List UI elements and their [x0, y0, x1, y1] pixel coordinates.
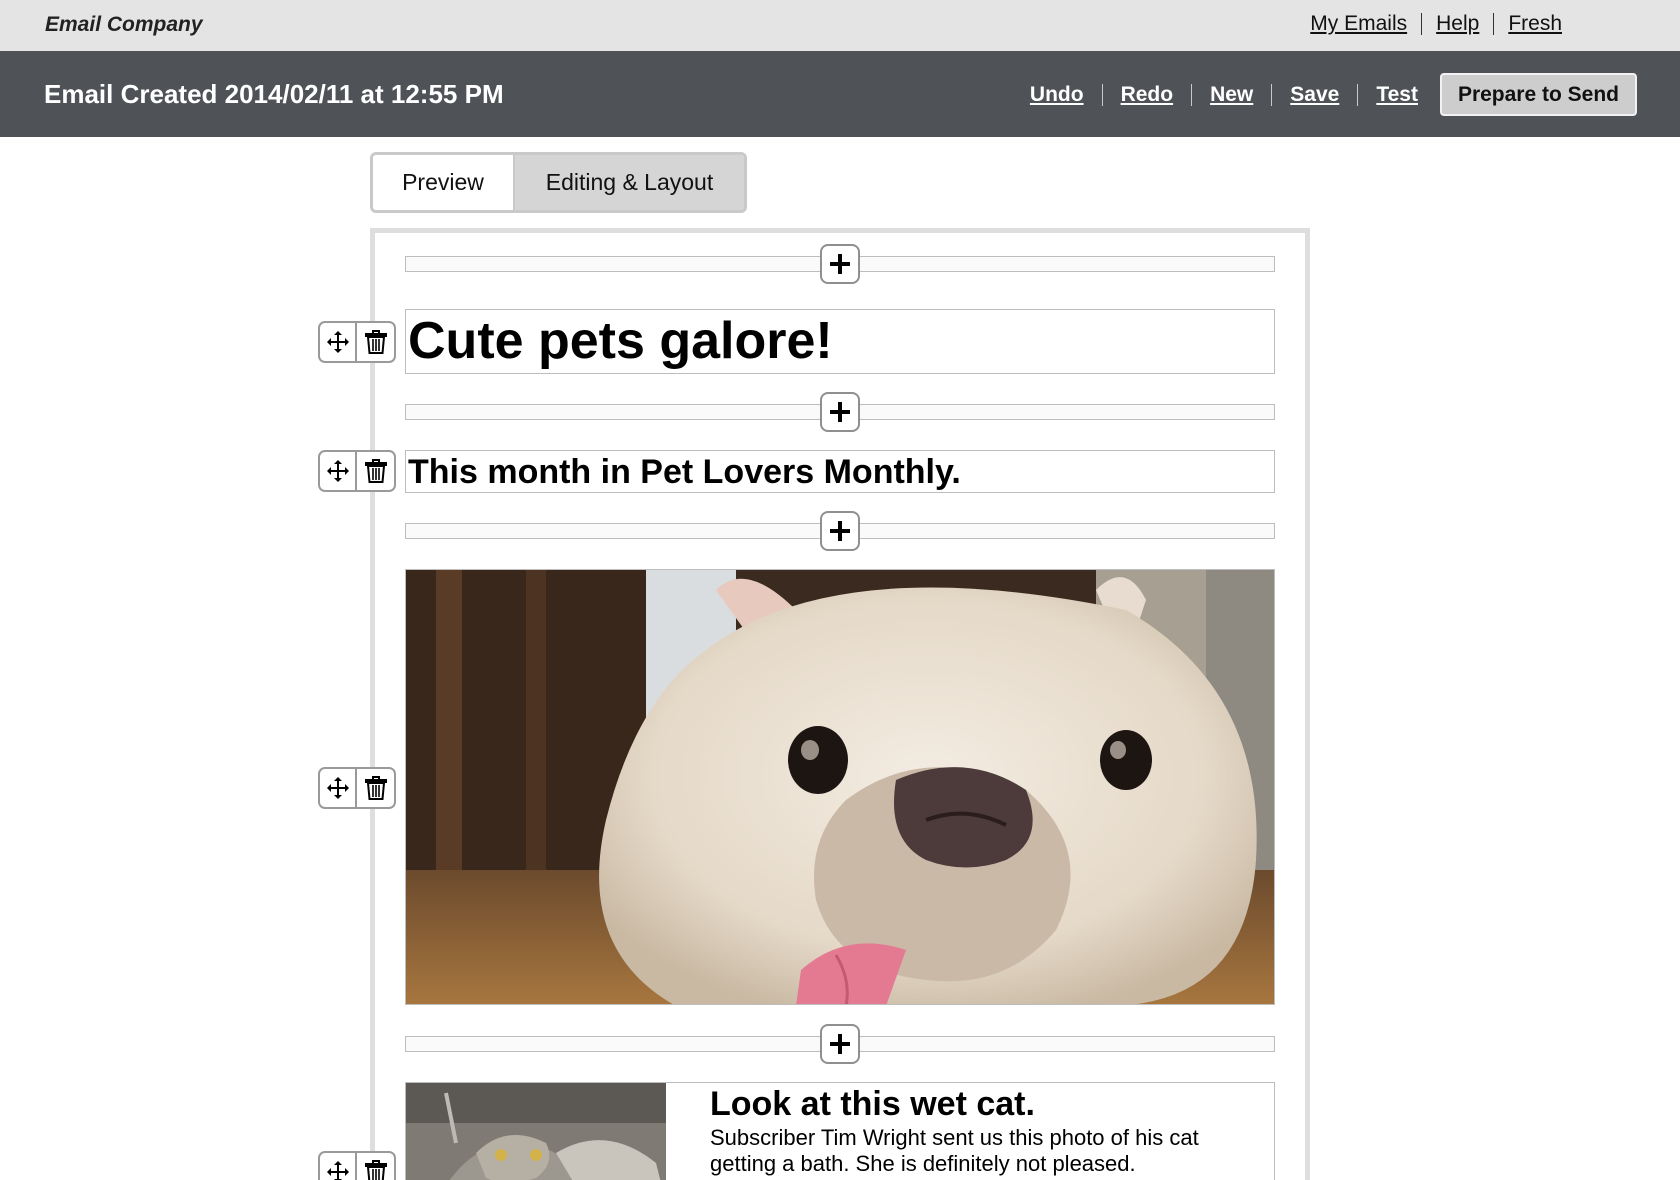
new-link[interactable]: New [1192, 83, 1271, 107]
test-link[interactable]: Test [1358, 83, 1436, 107]
move-icon [326, 331, 349, 353]
plus-icon [830, 254, 850, 274]
trash-icon [364, 1160, 387, 1180]
insert-block-row [405, 1024, 1275, 1064]
insert-block-row [405, 511, 1275, 551]
move-icon [326, 460, 349, 482]
block-handles [318, 1151, 396, 1180]
delete-handle[interactable] [357, 1153, 394, 1180]
block-handles [318, 767, 396, 809]
move-icon [326, 1161, 349, 1180]
article-image [406, 1083, 666, 1180]
french-bulldog-photo [406, 570, 1274, 1004]
save-link[interactable]: Save [1272, 83, 1357, 107]
insert-block-row [405, 392, 1275, 432]
add-block-button[interactable] [820, 244, 860, 284]
plus-icon [830, 402, 850, 422]
redo-link[interactable]: Redo [1103, 83, 1192, 107]
trash-icon [364, 459, 387, 483]
trash-icon [364, 776, 387, 800]
move-handle[interactable] [320, 769, 357, 807]
prepare-to-send-button[interactable]: Prepare to Send [1439, 73, 1637, 116]
block-handles [318, 321, 396, 363]
article-block[interactable]: Look at this wet cat. Subscriber Tim Wri… [405, 1082, 1275, 1180]
move-icon [326, 777, 349, 799]
block-handles [318, 450, 396, 492]
delete-handle[interactable] [357, 323, 394, 361]
undo-link[interactable]: Undo [1012, 83, 1102, 107]
my-emails-link[interactable]: My Emails [1296, 12, 1421, 36]
article-body: Subscriber Tim Wright sent us this photo… [710, 1125, 1199, 1176]
tab-preview[interactable]: Preview [373, 155, 515, 210]
email-heading: Cute pets galore! [408, 312, 833, 370]
add-block-button[interactable] [820, 511, 860, 551]
delete-handle[interactable] [357, 769, 394, 807]
delete-handle[interactable] [357, 452, 394, 490]
insert-block-row [405, 244, 1275, 284]
email-title: Email Created 2014/02/11 at 12:55 PM [44, 79, 504, 109]
plus-icon [830, 521, 850, 541]
add-block-button[interactable] [820, 1024, 860, 1064]
view-tabs: Preview Editing & Layout [370, 152, 747, 213]
plus-icon [830, 1034, 850, 1054]
email-subheading: This month in Pet Lovers Monthly. [408, 453, 961, 491]
editor-header: Email Created 2014/02/11 at 12:55 PM Und… [0, 51, 1680, 137]
hero-image-block[interactable] [405, 569, 1275, 1005]
subheading-block[interactable]: This month in Pet Lovers Monthly. [405, 450, 1275, 493]
move-handle[interactable] [320, 452, 357, 490]
move-handle[interactable] [320, 323, 357, 361]
wet-cat-photo [406, 1083, 666, 1180]
editor-actions: Undo Redo New Save Test Prepare to Send [1012, 73, 1637, 116]
brand-name: Email Company [45, 13, 203, 36]
article-title: Look at this wet cat. [710, 1085, 1035, 1123]
move-handle[interactable] [320, 1153, 357, 1180]
trash-icon [364, 330, 387, 354]
help-link[interactable]: Help [1422, 12, 1493, 36]
article-text: Look at this wet cat. Subscriber Tim Wri… [666, 1083, 1250, 1180]
add-block-button[interactable] [820, 392, 860, 432]
top-bar: Email Company My Emails Help Fresh [0, 0, 1680, 51]
top-nav: My Emails Help Fresh [1296, 12, 1562, 36]
heading-block[interactable]: Cute pets galore! [405, 309, 1275, 374]
fresh-link[interactable]: Fresh [1494, 12, 1562, 36]
tab-editing-layout[interactable]: Editing & Layout [515, 155, 744, 210]
